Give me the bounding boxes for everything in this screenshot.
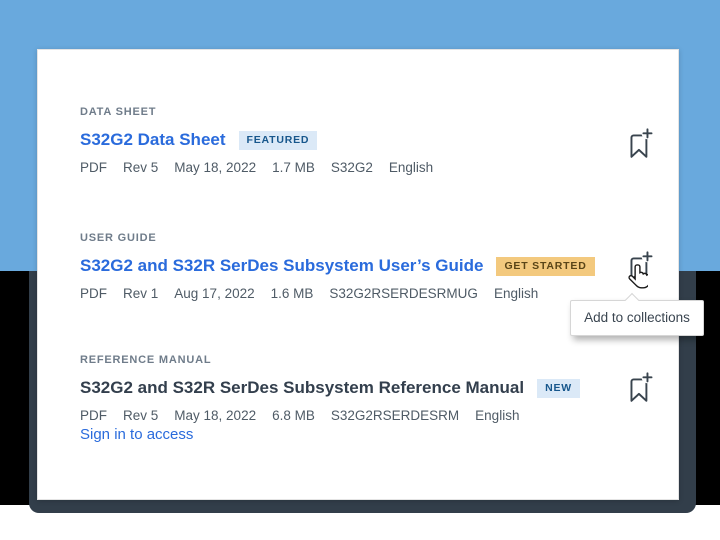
meta-date: Aug 17, 2022 [174, 286, 254, 301]
meta-revision: Rev 5 [123, 408, 158, 423]
meta-filesize: 1.6 MB [271, 286, 314, 301]
doc-title-text: S32G2 and S32R SerDes Subsystem Referenc… [80, 378, 524, 398]
add-to-collections-button[interactable] [626, 128, 654, 160]
featured-badge: FEATURED [239, 131, 318, 150]
doc-section-reference-manual: REFERENCE MANUAL S32G2 and S32R SerDes S… [80, 354, 614, 423]
doc-meta-row: PDF Rev 5 May 18, 2022 1.7 MB S32G2 Engl… [80, 160, 614, 175]
doc-title-link[interactable]: S32G2 Data Sheet [80, 130, 226, 150]
meta-filetype: PDF [80, 286, 107, 301]
meta-docid: S32G2 [331, 160, 373, 175]
doc-section-data-sheet: DATA SHEET S32G2 Data Sheet FEATURED PDF… [80, 106, 614, 175]
meta-docid: S32G2RSERDESRMUG [329, 286, 478, 301]
add-to-collections-button[interactable] [626, 251, 654, 283]
doc-meta-row: PDF Rev 5 May 18, 2022 6.8 MB S32G2RSERD… [80, 408, 614, 423]
doc-title-row: S32G2 and S32R SerDes Subsystem User’s G… [80, 254, 614, 278]
add-to-collections-button[interactable] [626, 372, 654, 404]
documents-card: DATA SHEET S32G2 Data Sheet FEATURED PDF… [37, 49, 679, 500]
sign-in-to-access-link[interactable]: Sign in to access [80, 426, 193, 443]
get-started-badge: GET STARTED [496, 257, 594, 276]
doc-meta-row: PDF Rev 1 Aug 17, 2022 1.6 MB S32G2RSERD… [80, 286, 614, 301]
doc-title-row: S32G2 and S32R SerDes Subsystem Referenc… [80, 376, 614, 400]
page: { "tooltip": { "text": "Add to collectio… [0, 0, 720, 540]
doc-category-label: USER GUIDE [80, 232, 614, 244]
meta-filetype: PDF [80, 408, 107, 423]
meta-revision: Rev 5 [123, 160, 158, 175]
meta-revision: Rev 1 [123, 286, 158, 301]
meta-filesize: 1.7 MB [272, 160, 315, 175]
add-to-collections-tooltip: Add to collections [570, 300, 704, 336]
meta-docid: S32G2RSERDESRM [331, 408, 459, 423]
meta-language: English [389, 160, 433, 175]
doc-title-link[interactable]: S32G2 and S32R SerDes Subsystem User’s G… [80, 256, 483, 276]
meta-date: May 18, 2022 [174, 408, 256, 423]
meta-filetype: PDF [80, 160, 107, 175]
bookmark-plus-icon [626, 271, 654, 286]
doc-category-label: REFERENCE MANUAL [80, 354, 614, 366]
meta-language: English [494, 286, 538, 301]
doc-title-row: S32G2 Data Sheet FEATURED [80, 128, 614, 152]
meta-language: English [475, 408, 519, 423]
doc-section-user-guide: USER GUIDE S32G2 and S32R SerDes Subsyst… [80, 232, 614, 301]
meta-date: May 18, 2022 [174, 160, 256, 175]
bookmark-plus-icon [626, 392, 654, 407]
bookmark-plus-icon [626, 148, 654, 163]
meta-filesize: 6.8 MB [272, 408, 315, 423]
tooltip-text: Add to collections [584, 310, 690, 325]
doc-category-label: DATA SHEET [80, 106, 614, 118]
new-badge: NEW [537, 379, 580, 398]
